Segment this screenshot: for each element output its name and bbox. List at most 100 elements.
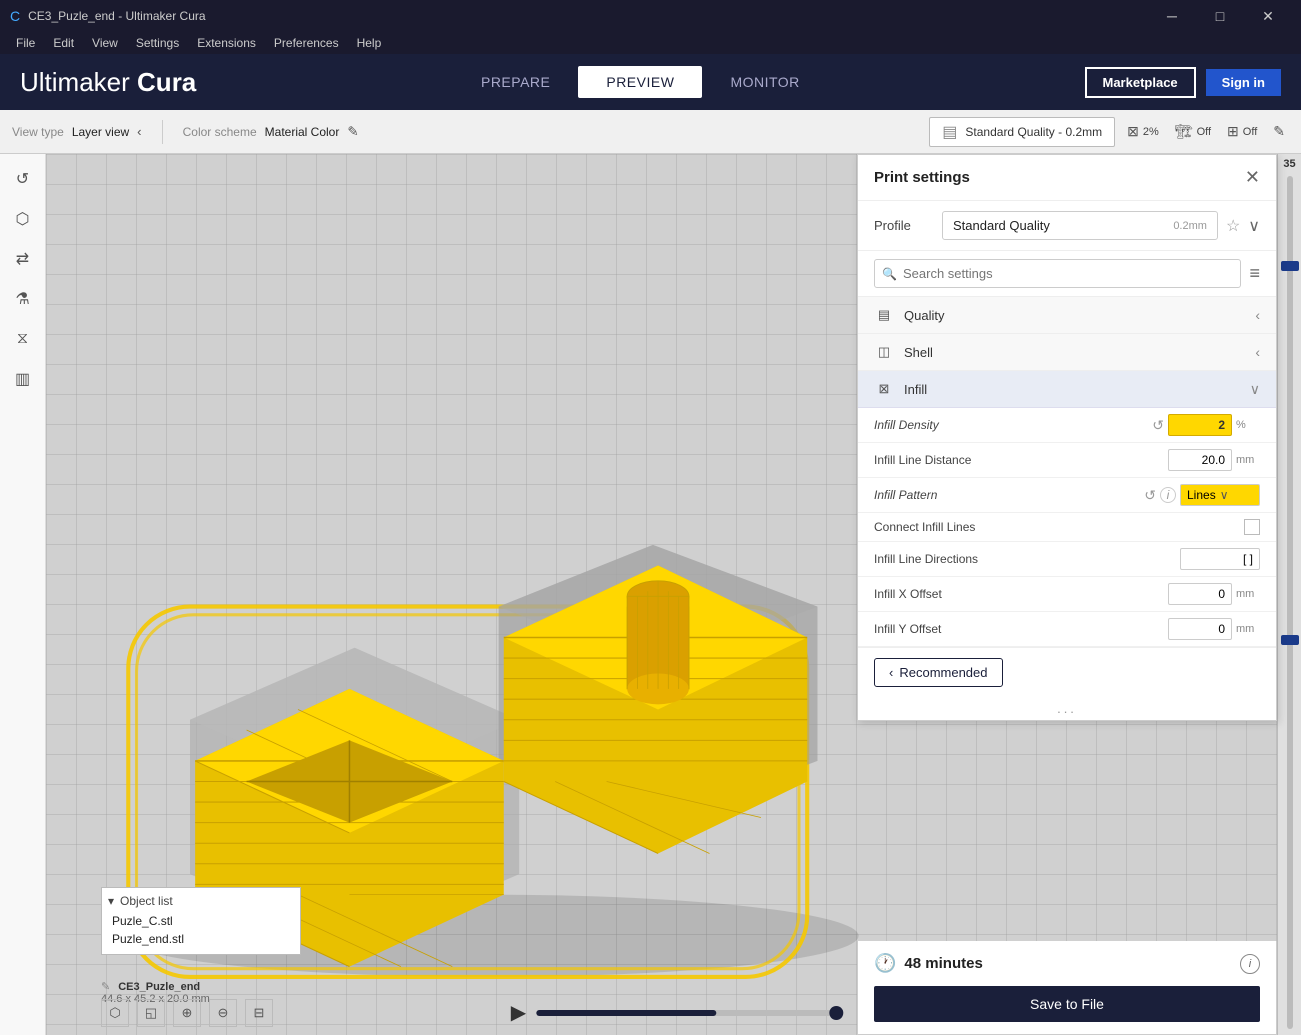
menu-bar: File Edit View Settings Extensions Prefe… bbox=[0, 32, 1301, 54]
infill-line-dir-label: Infill Line Directions bbox=[874, 552, 1180, 566]
view-toolbar: View type Layer view ‹ Color scheme Mate… bbox=[0, 110, 1301, 154]
recommended-chevron-icon: ‹ bbox=[889, 665, 893, 680]
menu-help[interactable]: Help bbox=[349, 34, 390, 52]
object-list-chevron: ▾ bbox=[108, 894, 114, 908]
layer-number: 35 bbox=[1283, 158, 1295, 170]
print-time: 48 minutes bbox=[904, 955, 982, 972]
menu-preferences[interactable]: Preferences bbox=[266, 34, 347, 52]
layer-slider-bottom-thumb[interactable] bbox=[1281, 635, 1299, 645]
logo-light: Ultimaker bbox=[20, 67, 130, 97]
signin-button[interactable]: Sign in bbox=[1206, 69, 1281, 96]
model-icon-3[interactable]: ⊕ bbox=[173, 999, 201, 1027]
infill-pct: 2% bbox=[1143, 126, 1159, 138]
tool-rotate[interactable]: ⇄ bbox=[6, 242, 40, 276]
color-scheme-label: Color scheme bbox=[183, 125, 257, 139]
minimize-button[interactable]: ─ bbox=[1149, 0, 1195, 32]
model-icon-1[interactable]: ⬡ bbox=[101, 999, 129, 1027]
print-settings-panel: Print settings ✕ Profile Standard Qualit… bbox=[857, 154, 1277, 721]
tool-move[interactable]: ↺ bbox=[6, 162, 40, 196]
infill-density-unit: % bbox=[1236, 419, 1260, 431]
left-toolbar: ↺ ⬡ ⇄ ⚗ ⧖ ▥ bbox=[0, 154, 46, 1035]
infill-line-distance-input[interactable] bbox=[1168, 449, 1232, 471]
color-scheme-section: Color scheme Material Color ✎ bbox=[183, 124, 359, 140]
infill-pattern-value: Lines bbox=[1187, 488, 1216, 502]
settings-pencil[interactable]: ✎ bbox=[1269, 119, 1289, 144]
menu-settings[interactable]: Settings bbox=[128, 34, 187, 52]
adhesion-icon: ⊞ bbox=[1227, 123, 1239, 140]
tool-mirror[interactable]: ⚗ bbox=[6, 282, 40, 316]
profile-star-button[interactable]: ☆ bbox=[1226, 216, 1240, 236]
connect-infill-checkbox[interactable] bbox=[1244, 519, 1260, 535]
infill-line-distance-label: Infill Line Distance bbox=[874, 453, 1168, 467]
recommended-button[interactable]: ‹ Recommended bbox=[874, 658, 1003, 687]
layer-slider: 35 bbox=[1277, 154, 1301, 1035]
play-button[interactable]: ▶ bbox=[511, 1000, 526, 1025]
nav-prepare[interactable]: PREPARE bbox=[453, 66, 578, 98]
quality-cat-left: ▤ Quality bbox=[874, 305, 944, 325]
profile-chevron-button[interactable]: ∨ bbox=[1248, 216, 1260, 236]
infill-density-reset[interactable]: ↺ bbox=[1152, 417, 1164, 434]
quality-icon: ▤ bbox=[874, 305, 894, 325]
nav-preview[interactable]: PREVIEW bbox=[578, 66, 702, 98]
infill-y-offset-ctrl: mm bbox=[1168, 618, 1260, 640]
color-scheme-edit[interactable]: ✎ bbox=[347, 124, 358, 140]
view-type-section: View type Layer view ‹ bbox=[12, 124, 142, 139]
close-button[interactable]: ✕ bbox=[1245, 0, 1291, 32]
object-list-panel: ▾ Object list Puzle_C.stl Puzle_end.stl bbox=[101, 887, 301, 955]
menu-edit[interactable]: Edit bbox=[45, 34, 82, 52]
model-icon-2[interactable]: ◱ bbox=[137, 999, 165, 1027]
view-type-chevron[interactable]: ‹ bbox=[137, 124, 141, 139]
menu-file[interactable]: File bbox=[8, 34, 43, 52]
infill-pattern-row: Infill Pattern ↺ i Lines ∨ bbox=[858, 478, 1276, 513]
adhesion-toggle[interactable]: ⊞ Off bbox=[1223, 119, 1261, 144]
infill-line-dir-row: Infill Line Directions bbox=[858, 542, 1276, 577]
tool-scale[interactable]: ⬡ bbox=[6, 202, 40, 236]
layer-slider-track[interactable] bbox=[1287, 176, 1293, 1029]
profile-select[interactable]: Standard Quality 0.2mm bbox=[942, 211, 1218, 240]
model-icon-4[interactable]: ⊖ bbox=[209, 999, 237, 1027]
infill-line-distance-ctrl: mm bbox=[1168, 449, 1260, 471]
infill-line-dir-input[interactable] bbox=[1180, 548, 1260, 570]
menu-view[interactable]: View bbox=[84, 34, 126, 52]
shell-category[interactable]: ◫ Shell ‹ bbox=[858, 334, 1276, 371]
save-to-file-button[interactable]: Save to File bbox=[874, 986, 1260, 1022]
infill-cat-label: Infill bbox=[904, 382, 927, 397]
object-list-header[interactable]: ▾ Object list bbox=[108, 894, 294, 908]
support-toggle[interactable]: 🏗 Off bbox=[1171, 119, 1215, 144]
logo-bold: Cura bbox=[137, 67, 196, 97]
print-panel-close[interactable]: ✕ bbox=[1245, 167, 1260, 188]
tool-layer[interactable]: ▥ bbox=[6, 362, 40, 396]
infill-density-label: Infill Density bbox=[874, 418, 1152, 432]
object-item-0[interactable]: Puzle_C.stl bbox=[108, 912, 294, 930]
infill-pattern-info[interactable]: i bbox=[1160, 487, 1176, 503]
infill-density-row: Infill Density ↺ % bbox=[858, 408, 1276, 443]
marketplace-button[interactable]: Marketplace bbox=[1085, 67, 1196, 98]
search-settings-input[interactable] bbox=[874, 259, 1241, 288]
quality-category[interactable]: ▤ Quality ‹ bbox=[858, 297, 1276, 334]
restore-button[interactable]: □ bbox=[1197, 0, 1243, 32]
infill-toggle[interactable]: ⊠ 2% bbox=[1123, 119, 1163, 144]
layer-progress-bar[interactable] bbox=[536, 1010, 836, 1016]
infill-category[interactable]: ⊠ Infill ∨ bbox=[858, 371, 1276, 408]
infill-pattern-dropdown[interactable]: Lines ∨ bbox=[1180, 484, 1260, 506]
settings-menu-button[interactable]: ≡ bbox=[1249, 263, 1260, 284]
infill-density-input[interactable] bbox=[1168, 414, 1232, 436]
infill-line-distance-row: Infill Line Distance mm bbox=[858, 443, 1276, 478]
model-icon-5[interactable]: ⊟ bbox=[245, 999, 273, 1027]
infill-pattern-reset[interactable]: ↺ bbox=[1144, 487, 1156, 504]
time-info-button[interactable]: i bbox=[1240, 954, 1260, 974]
app-icon: C bbox=[10, 8, 20, 24]
infill-x-offset-ctrl: mm bbox=[1168, 583, 1260, 605]
nav-monitor[interactable]: MONITOR bbox=[702, 66, 827, 98]
object-item-1[interactable]: Puzle_end.stl bbox=[108, 930, 294, 948]
infill-pattern-ctrl: ↺ i Lines ∨ bbox=[1144, 484, 1260, 506]
tool-support[interactable]: ⧖ bbox=[6, 322, 40, 356]
infill-x-offset-input[interactable] bbox=[1168, 583, 1232, 605]
menu-extensions[interactable]: Extensions bbox=[189, 34, 264, 52]
connect-infill-row: Connect Infill Lines bbox=[858, 513, 1276, 542]
infill-y-offset-input[interactable] bbox=[1168, 618, 1232, 640]
3d-viewport[interactable]: ▾ Object list Puzle_C.stl Puzle_end.stl … bbox=[46, 154, 1301, 1035]
recommended-label: Recommended bbox=[899, 665, 987, 680]
layer-slider-top-thumb[interactable] bbox=[1281, 261, 1299, 271]
progress-thumb[interactable] bbox=[829, 1006, 843, 1020]
